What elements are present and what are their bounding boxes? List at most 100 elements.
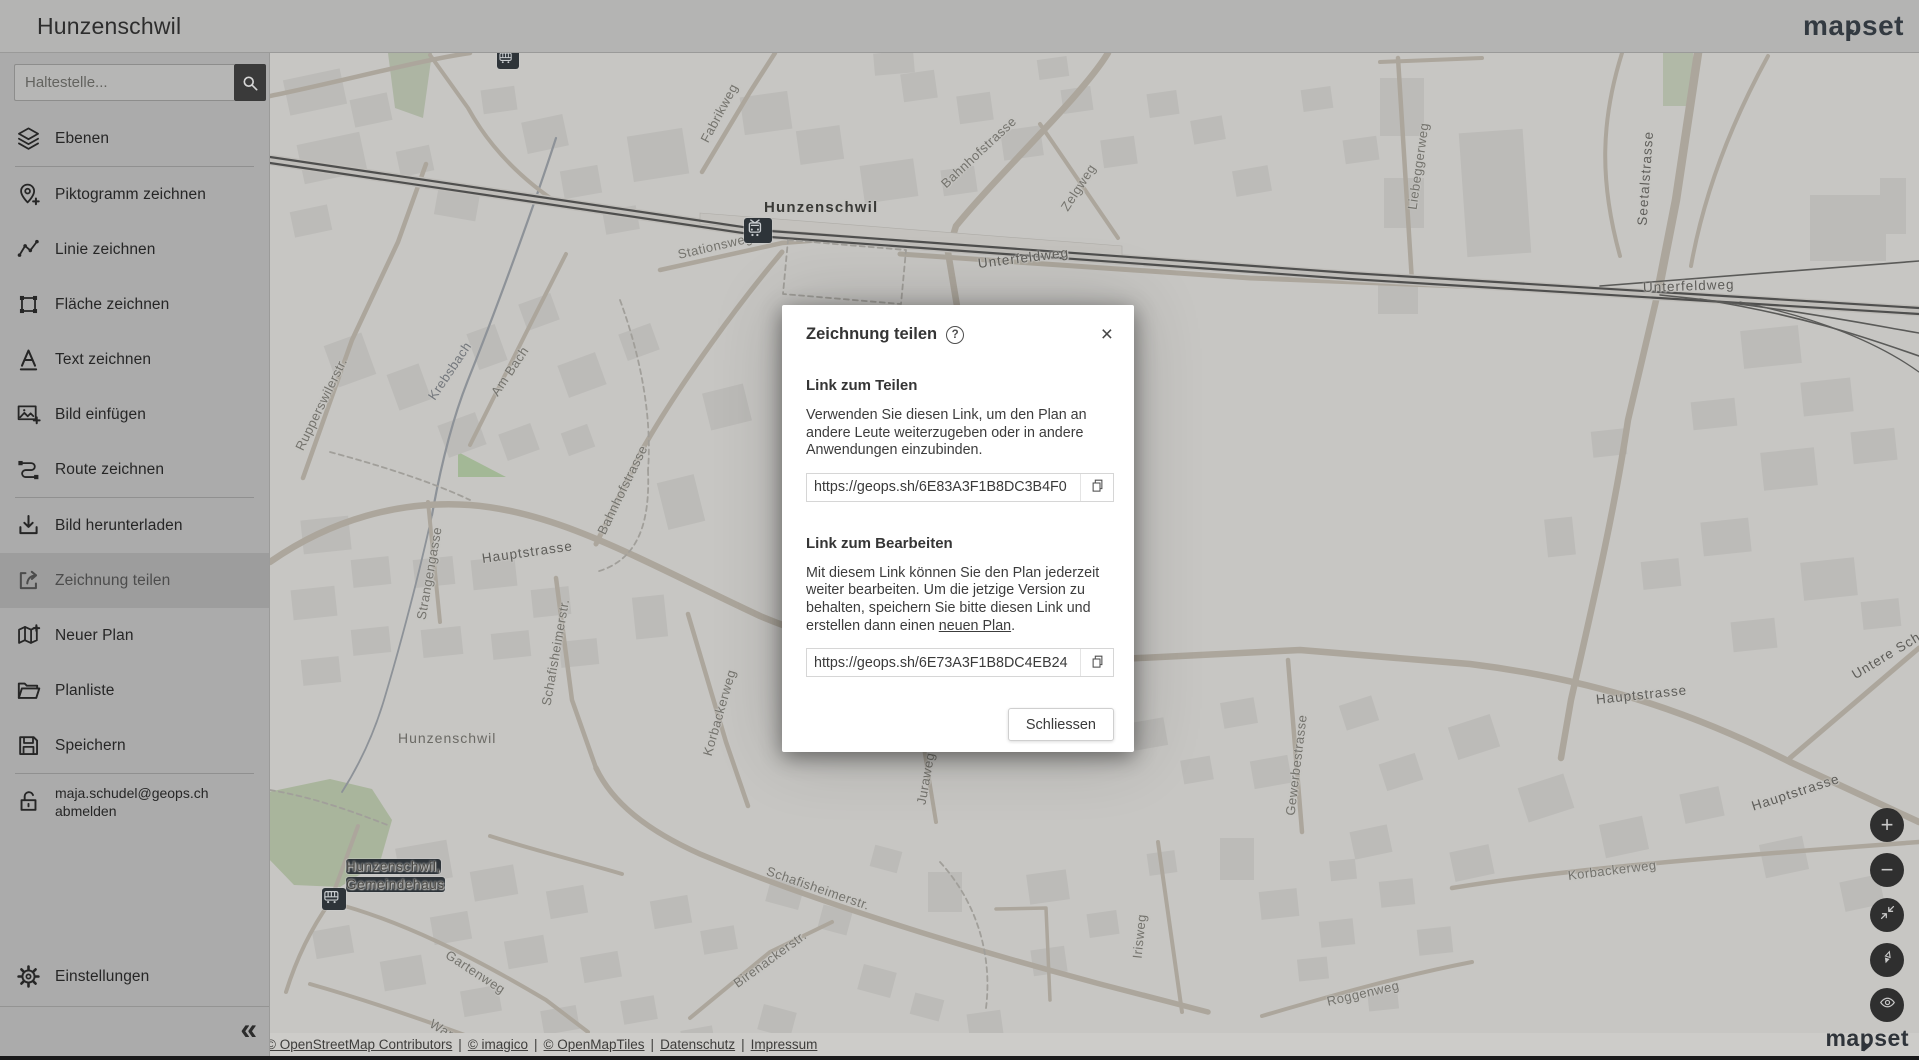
share-icon (15, 567, 42, 594)
train-station-icon (744, 218, 772, 243)
share-link-heading: Link zum Teilen (806, 377, 1114, 394)
share-dialog: Zeichnung teilen ? × Link zum Teilen Ver… (782, 305, 1134, 752)
help-icon[interactable]: ? (946, 326, 964, 344)
search-input[interactable] (14, 64, 234, 101)
sidebar-item-linie[interactable]: Linie zeichnen (0, 222, 269, 277)
zoom-in-button[interactable]: + (1870, 808, 1904, 842)
copy-share-link-button[interactable] (1080, 474, 1113, 501)
collapse-sidebar-icon[interactable]: « (240, 1013, 257, 1047)
sidebar-item-label: Neuer Plan (55, 627, 134, 645)
sidebar-item-bild-einfuegen[interactable]: Bild einfügen (0, 387, 269, 442)
search-row (14, 64, 256, 101)
bus-stop-icon (497, 53, 519, 69)
zoom-out-button[interactable]: − (1870, 853, 1904, 887)
mapset-logo: mapset (1803, 10, 1904, 42)
sidebar-item-einstellungen[interactable]: Einstellungen (0, 949, 269, 1004)
attribution-separator: | (534, 1037, 538, 1052)
visibility-button[interactable] (1870, 988, 1904, 1022)
dialog-header: Zeichnung teilen ? × (806, 325, 1114, 344)
sidebar: Ebenen Piktogramm zeichnen Linie zeichnen F… (0, 53, 270, 1060)
visibility-icon (1878, 990, 1897, 1020)
north-arrow-icon (1878, 945, 1897, 975)
sidebar-item-label: Piktogramm zeichnen (55, 186, 206, 204)
text-icon (15, 346, 42, 373)
edit-link-heading: Link zum Bearbeiten (806, 535, 1114, 552)
new-plan-link[interactable]: neuen Plan (939, 618, 1011, 634)
download-icon (15, 512, 42, 539)
attribution-bar: © OpenStreetMap Contributors | © imagico | ©… (0, 1033, 1919, 1056)
layers-icon (15, 125, 42, 152)
sidebar-item-label: Zeichnung teilen (55, 572, 170, 590)
attribution-separator: | (458, 1037, 462, 1052)
close-icon[interactable]: × (1100, 326, 1114, 344)
sidebar-menu: Ebenen Piktogramm zeichnen Linie zeichnen F… (0, 111, 269, 829)
gear-icon (15, 963, 42, 990)
edit-link-group (806, 648, 1114, 677)
polyline-icon (15, 236, 42, 263)
schliessen-button[interactable]: Schliessen (1008, 708, 1114, 741)
sidebar-item-bild-herunterladen[interactable]: Bild herunterladen (0, 498, 269, 553)
north-arrow-button[interactable] (1870, 943, 1904, 977)
sidebar-settings: Einstellungen (0, 949, 269, 1004)
fit-extent-icon (1878, 900, 1897, 930)
page-title: Hunzenschwil (37, 13, 181, 40)
sidebar-item-label: Einstellungen (55, 968, 149, 986)
sidebar-item-label: Bild einfügen (55, 406, 146, 424)
image-plus-icon (15, 401, 42, 428)
share-link-group (806, 473, 1114, 502)
sidebar-item-flaeche[interactable]: Fläche zeichnen (0, 277, 269, 332)
sidebar-item-abmelden[interactable]: maja.schudel@geops.chabmelden (0, 774, 269, 829)
sidebar-item-text[interactable]: Text zeichnen (0, 332, 269, 387)
sidebar-item-ebenen[interactable]: Ebenen (0, 111, 269, 166)
search-button[interactable] (234, 64, 266, 101)
sidebar-item-label: maja.schudel@geops.chabmelden (55, 784, 209, 820)
sidebar-item-neuer-plan[interactable]: Neuer Plan (0, 608, 269, 663)
app-window: HunzenschwilStationswegFabrikwegBahnhofs… (0, 0, 1919, 1060)
search-icon (240, 73, 260, 93)
mapset-logo-small: mapset (1825, 1025, 1909, 1052)
lock-open-icon (15, 788, 42, 815)
logo-pin-p: p (1860, 1025, 1875, 1052)
folder-icon (15, 677, 42, 704)
sidebar-item-planliste[interactable]: Planliste (0, 663, 269, 718)
map-plus-icon (15, 622, 42, 649)
save-icon (15, 732, 42, 759)
attribution-link[interactable]: Impressum (751, 1037, 818, 1052)
sidebar-item-label: Linie zeichnen (55, 241, 156, 259)
header-bar: Hunzenschwil mapset (0, 0, 1919, 53)
sidebar-item-label: Route zeichnen (55, 461, 164, 479)
attribution-separator: | (741, 1037, 745, 1052)
map-controls: +− (1870, 808, 1904, 1033)
sidebar-item-route[interactable]: Route zeichnen (0, 442, 269, 497)
attribution-link[interactable]: © OpenMapTiles (544, 1037, 645, 1052)
sidebar-item-label: Speichern (55, 737, 126, 755)
sidebar-item-piktogramm[interactable]: Piktogramm zeichnen (0, 167, 269, 222)
dialog-title: Zeichnung teilen (806, 325, 937, 344)
copy-icon (1090, 478, 1105, 496)
share-link-input[interactable] (807, 474, 1080, 501)
sidebar-item-label: Bild herunterladen (55, 517, 183, 535)
attribution-link[interactable]: Datenschutz (660, 1037, 735, 1052)
edit-link-description: Mit diesem Link können Sie den Plan jede… (806, 565, 1114, 635)
bottom-edge-strip (0, 1056, 1919, 1060)
sidebar-item-zeichnung-teilen[interactable]: Zeichnung teilen (0, 553, 269, 608)
sidebar-item-label: Fläche zeichnen (55, 296, 169, 314)
sidebar-item-label: Text zeichnen (55, 351, 151, 369)
sidebar-collapse-bar: « (0, 1006, 269, 1060)
pin-plus-icon (15, 181, 42, 208)
sidebar-item-speichern[interactable]: Speichern (0, 718, 269, 773)
fit-extent-button[interactable] (1870, 898, 1904, 932)
polygon-icon (15, 291, 42, 318)
logo-pin-p: p (1844, 10, 1862, 42)
copy-icon (1090, 654, 1105, 672)
attribution-link[interactable]: © OpenStreetMap Contributors (266, 1037, 452, 1052)
copy-edit-link-button[interactable] (1080, 649, 1113, 676)
bus-stop-icon (322, 888, 346, 910)
attribution-separator: | (651, 1037, 655, 1052)
edit-link-input[interactable] (807, 649, 1080, 676)
attribution-link[interactable]: © imagico (468, 1037, 528, 1052)
share-link-description: Verwenden Sie diesen Link, um den Plan a… (806, 407, 1114, 460)
sidebar-item-label: Ebenen (55, 130, 109, 148)
sidebar-item-label: Planliste (55, 682, 115, 700)
route-icon (15, 456, 42, 483)
